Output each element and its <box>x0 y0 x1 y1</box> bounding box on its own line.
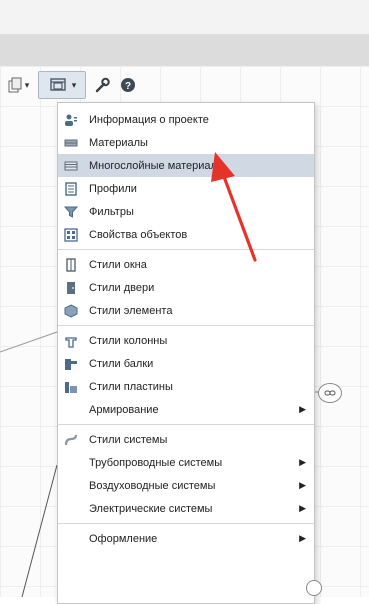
menu-separator <box>58 249 314 250</box>
menu-item-reinforcement[interactable]: Армирование ▶ <box>58 398 314 421</box>
submenu-arrow-icon: ▶ <box>299 503 306 513</box>
window-styles-icon <box>64 257 78 272</box>
submenu-arrow-icon: ▶ <box>299 457 306 467</box>
menu-item-element-styles[interactable]: Стили элемента <box>58 299 314 322</box>
styles-dropdown-button[interactable]: ▾ <box>38 71 86 99</box>
menu-item-duct-systems[interactable]: Воздуховодные системы ▶ <box>58 474 314 497</box>
menu-item-column-styles[interactable]: Стили колонны <box>58 329 314 352</box>
menu-item-object-properties[interactable]: Свойства объектов <box>58 223 314 246</box>
settings-tool-button[interactable] <box>90 72 114 98</box>
menu-item-window-styles[interactable]: Стили окна <box>58 253 314 276</box>
canvas-callout-marker <box>318 383 342 403</box>
menu-item-profiles[interactable]: Профили <box>58 177 314 200</box>
menu-item-door-styles[interactable]: Стили двери <box>58 276 314 299</box>
menu-item-annotation[interactable]: Оформление ▶ <box>58 527 314 550</box>
styles-dropdown-menu: Информация о проекте Материалы Многослой… <box>57 102 315 604</box>
chevron-down-icon[interactable]: ▾ <box>72 80 77 91</box>
materials-icon <box>64 136 78 150</box>
profiles-icon <box>64 181 78 196</box>
menu-item-electrical-systems[interactable]: Электрические системы ▶ <box>58 497 314 520</box>
menu-separator <box>58 325 314 326</box>
filters-icon <box>64 205 78 219</box>
chevron-down-icon[interactable]: ▾ <box>25 80 30 91</box>
system-styles-icon <box>64 433 78 447</box>
copy-icon <box>8 77 22 93</box>
menu-separator <box>58 424 314 425</box>
menu-item-project-info[interactable]: Информация о проекте <box>58 108 314 131</box>
red-pointer-arrow-icon <box>211 152 257 262</box>
menu-item-plate-styles[interactable]: Стили пластины <box>58 375 314 398</box>
element-styles-icon <box>64 303 78 318</box>
menu-item-beam-styles[interactable]: Стили балки <box>58 352 314 375</box>
project-info-icon <box>64 113 78 127</box>
link-icon <box>324 390 336 396</box>
plate-styles-icon <box>64 380 78 394</box>
layered-materials-icon <box>64 159 78 173</box>
menu-item-filters[interactable]: Фильтры <box>58 200 314 223</box>
door-styles-icon <box>64 281 78 295</box>
object-properties-icon <box>64 227 78 242</box>
submenu-arrow-icon: ▶ <box>299 533 306 543</box>
styles-icon <box>50 78 66 91</box>
menu-item-layered-materials[interactable]: Многослойные материалы <box>58 154 314 177</box>
submenu-arrow-icon: ▶ <box>299 480 306 490</box>
menu-separator <box>58 523 314 524</box>
wrench-icon <box>95 77 110 93</box>
column-styles-icon <box>64 334 78 348</box>
menu-item-materials[interactable]: Материалы <box>58 131 314 154</box>
help-button[interactable]: ? <box>118 72 138 98</box>
toolbar: ▾ ▾ ? <box>0 70 369 100</box>
help-icon: ? <box>121 78 135 92</box>
menu-item-piping-systems[interactable]: Трубопроводные системы ▶ <box>58 451 314 474</box>
copy-tool-button[interactable]: ▾ <box>0 72 34 98</box>
svg-text:?: ? <box>125 81 131 92</box>
beam-styles-icon <box>64 357 78 371</box>
canvas-callout-marker <box>306 580 322 596</box>
submenu-arrow-icon: ▶ <box>299 404 306 414</box>
menu-item-system-styles[interactable]: Стили системы <box>58 428 314 451</box>
